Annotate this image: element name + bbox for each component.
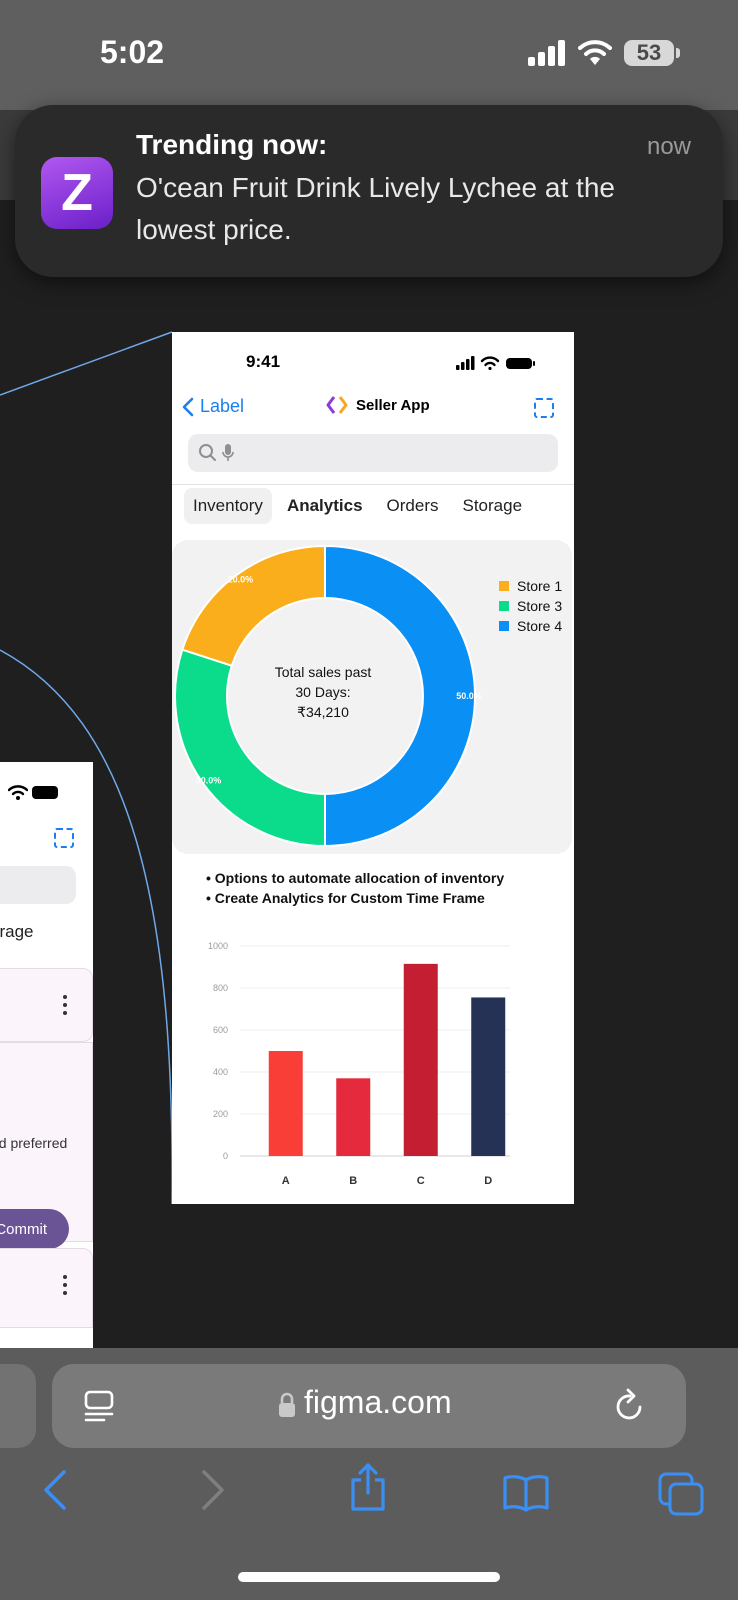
y-tick-label: 800 <box>213 983 228 993</box>
legend-label: Store 4 <box>517 618 563 634</box>
back-button[interactable]: Label <box>182 396 244 417</box>
commit-button[interactable]: Commit <box>0 1209 69 1249</box>
slice-value-label: 50.0% <box>456 691 482 701</box>
x-tick-label: D <box>484 1175 492 1187</box>
x-tick-label: A <box>282 1175 290 1187</box>
list-item: Options to automate allocation of invent… <box>206 868 504 888</box>
legend-item: Store 1 <box>499 576 562 596</box>
notification-time: now <box>646 133 691 160</box>
legend-swatch <box>499 621 509 631</box>
search-input[interactable] <box>188 434 558 472</box>
card-text: nd preferred <box>0 1135 68 1151</box>
bar-b[interactable] <box>336 1078 371 1156</box>
seller-app-mockup: 9:41 Label Seller App Inventory Analytic… <box>172 332 574 1204</box>
legend-item: Store 4 <box>499 616 562 636</box>
legend-swatch <box>499 581 509 591</box>
donut-center-label: Total sales past 30 Days: ₹34,210 <box>248 662 398 722</box>
more-options-icon[interactable] <box>63 1275 67 1299</box>
donut-slice-store-1[interactable] <box>181 544 326 667</box>
app-title: Seller App <box>326 396 430 414</box>
screen: 5:02 53 Z Trending now: O'cean Fruit Dri… <box>0 0 738 1600</box>
url-text: figma.com <box>304 1384 452 1420</box>
tab-storage[interactable]: Storage <box>454 488 532 524</box>
bar-a[interactable] <box>268 1051 303 1156</box>
mock-status-icons <box>456 356 535 370</box>
divider <box>172 484 574 485</box>
bar-d[interactable] <box>471 997 506 1156</box>
bar-c[interactable] <box>403 963 438 1156</box>
center-line-2: 30 Days: <box>295 684 351 700</box>
frame-icon[interactable] <box>534 398 554 418</box>
list-card[interactable] <box>0 968 93 1042</box>
app-logo-icon <box>326 396 348 414</box>
list-item: Create Analytics for Custom Time Frame <box>206 888 504 908</box>
search-input[interactable] <box>0 866 76 904</box>
back-icon[interactable] <box>42 1470 68 1510</box>
y-tick-label: 0 <box>223 1151 228 1161</box>
tab-inventory[interactable]: Inventory <box>184 488 272 524</box>
legend-label: Store 1 <box>517 578 563 594</box>
y-tick-label: 1000 <box>208 941 228 951</box>
center-line-3: ₹34,210 <box>297 704 349 720</box>
partial-mockup-frame: orage nd preferred Commit <box>0 762 93 1352</box>
frame-icon[interactable] <box>54 828 74 848</box>
list-card: nd preferred Commit <box>0 1042 93 1249</box>
legend-item: Store 3 <box>499 596 562 616</box>
wifi-icon <box>8 785 28 800</box>
legend-label: Store 3 <box>517 598 563 614</box>
chart-legend: Store 1 Store 3 Store 4 <box>499 576 562 636</box>
reload-icon[interactable] <box>614 1388 646 1422</box>
home-indicator[interactable] <box>238 1572 500 1582</box>
center-line-1: Total sales past <box>274 664 372 680</box>
tab-orders[interactable]: Orders <box>378 488 448 524</box>
lock-icon <box>279 1392 295 1417</box>
reader-icon[interactable] <box>84 1390 114 1422</box>
app-icon: Z <box>41 157 113 229</box>
y-tick-label: 600 <box>213 1025 228 1035</box>
y-tick-label: 400 <box>213 1067 228 1077</box>
tab-storage[interactable]: orage <box>0 922 33 942</box>
browser-toolbar <box>0 1460 738 1540</box>
push-notification[interactable]: Z Trending now: O'cean Fruit Drink Livel… <box>15 105 723 277</box>
tabs-icon[interactable] <box>658 1472 704 1516</box>
x-tick-label: B <box>349 1175 357 1187</box>
chevron-left-icon <box>182 397 194 416</box>
tab-analytics[interactable]: Analytics <box>278 488 372 524</box>
notification-title: Trending now: <box>136 129 328 160</box>
previous-tab-preview[interactable] <box>0 1364 36 1448</box>
slice-value-label: 30.0% <box>196 776 222 786</box>
address-bar[interactable]: figma.com <box>52 1364 686 1448</box>
tab-bar: Inventory Analytics Orders Storage <box>184 488 531 524</box>
mock-status-time: 9:41 <box>246 352 281 371</box>
slice-value-label: 20.0% <box>228 575 254 585</box>
app-title-text: Seller App <box>356 396 430 414</box>
legend-swatch <box>499 601 509 611</box>
bookmarks-icon[interactable] <box>502 1474 550 1512</box>
more-options-icon[interactable] <box>63 995 67 1019</box>
bar-chart: 0 200 400 600 800 1000 A B C D <box>208 941 510 1187</box>
y-tick-label: 200 <box>213 1109 228 1119</box>
search-icon <box>199 444 234 461</box>
notification-body: O'cean Fruit Drink Lively Lychee at the … <box>136 172 615 245</box>
list-card[interactable] <box>0 1248 93 1328</box>
feature-list: Options to automate allocation of invent… <box>206 868 504 908</box>
back-label: Label <box>200 396 245 416</box>
battery-icon <box>32 786 58 799</box>
x-tick-label: C <box>417 1175 425 1187</box>
share-icon[interactable] <box>348 1462 388 1512</box>
forward-icon[interactable] <box>200 1470 226 1510</box>
